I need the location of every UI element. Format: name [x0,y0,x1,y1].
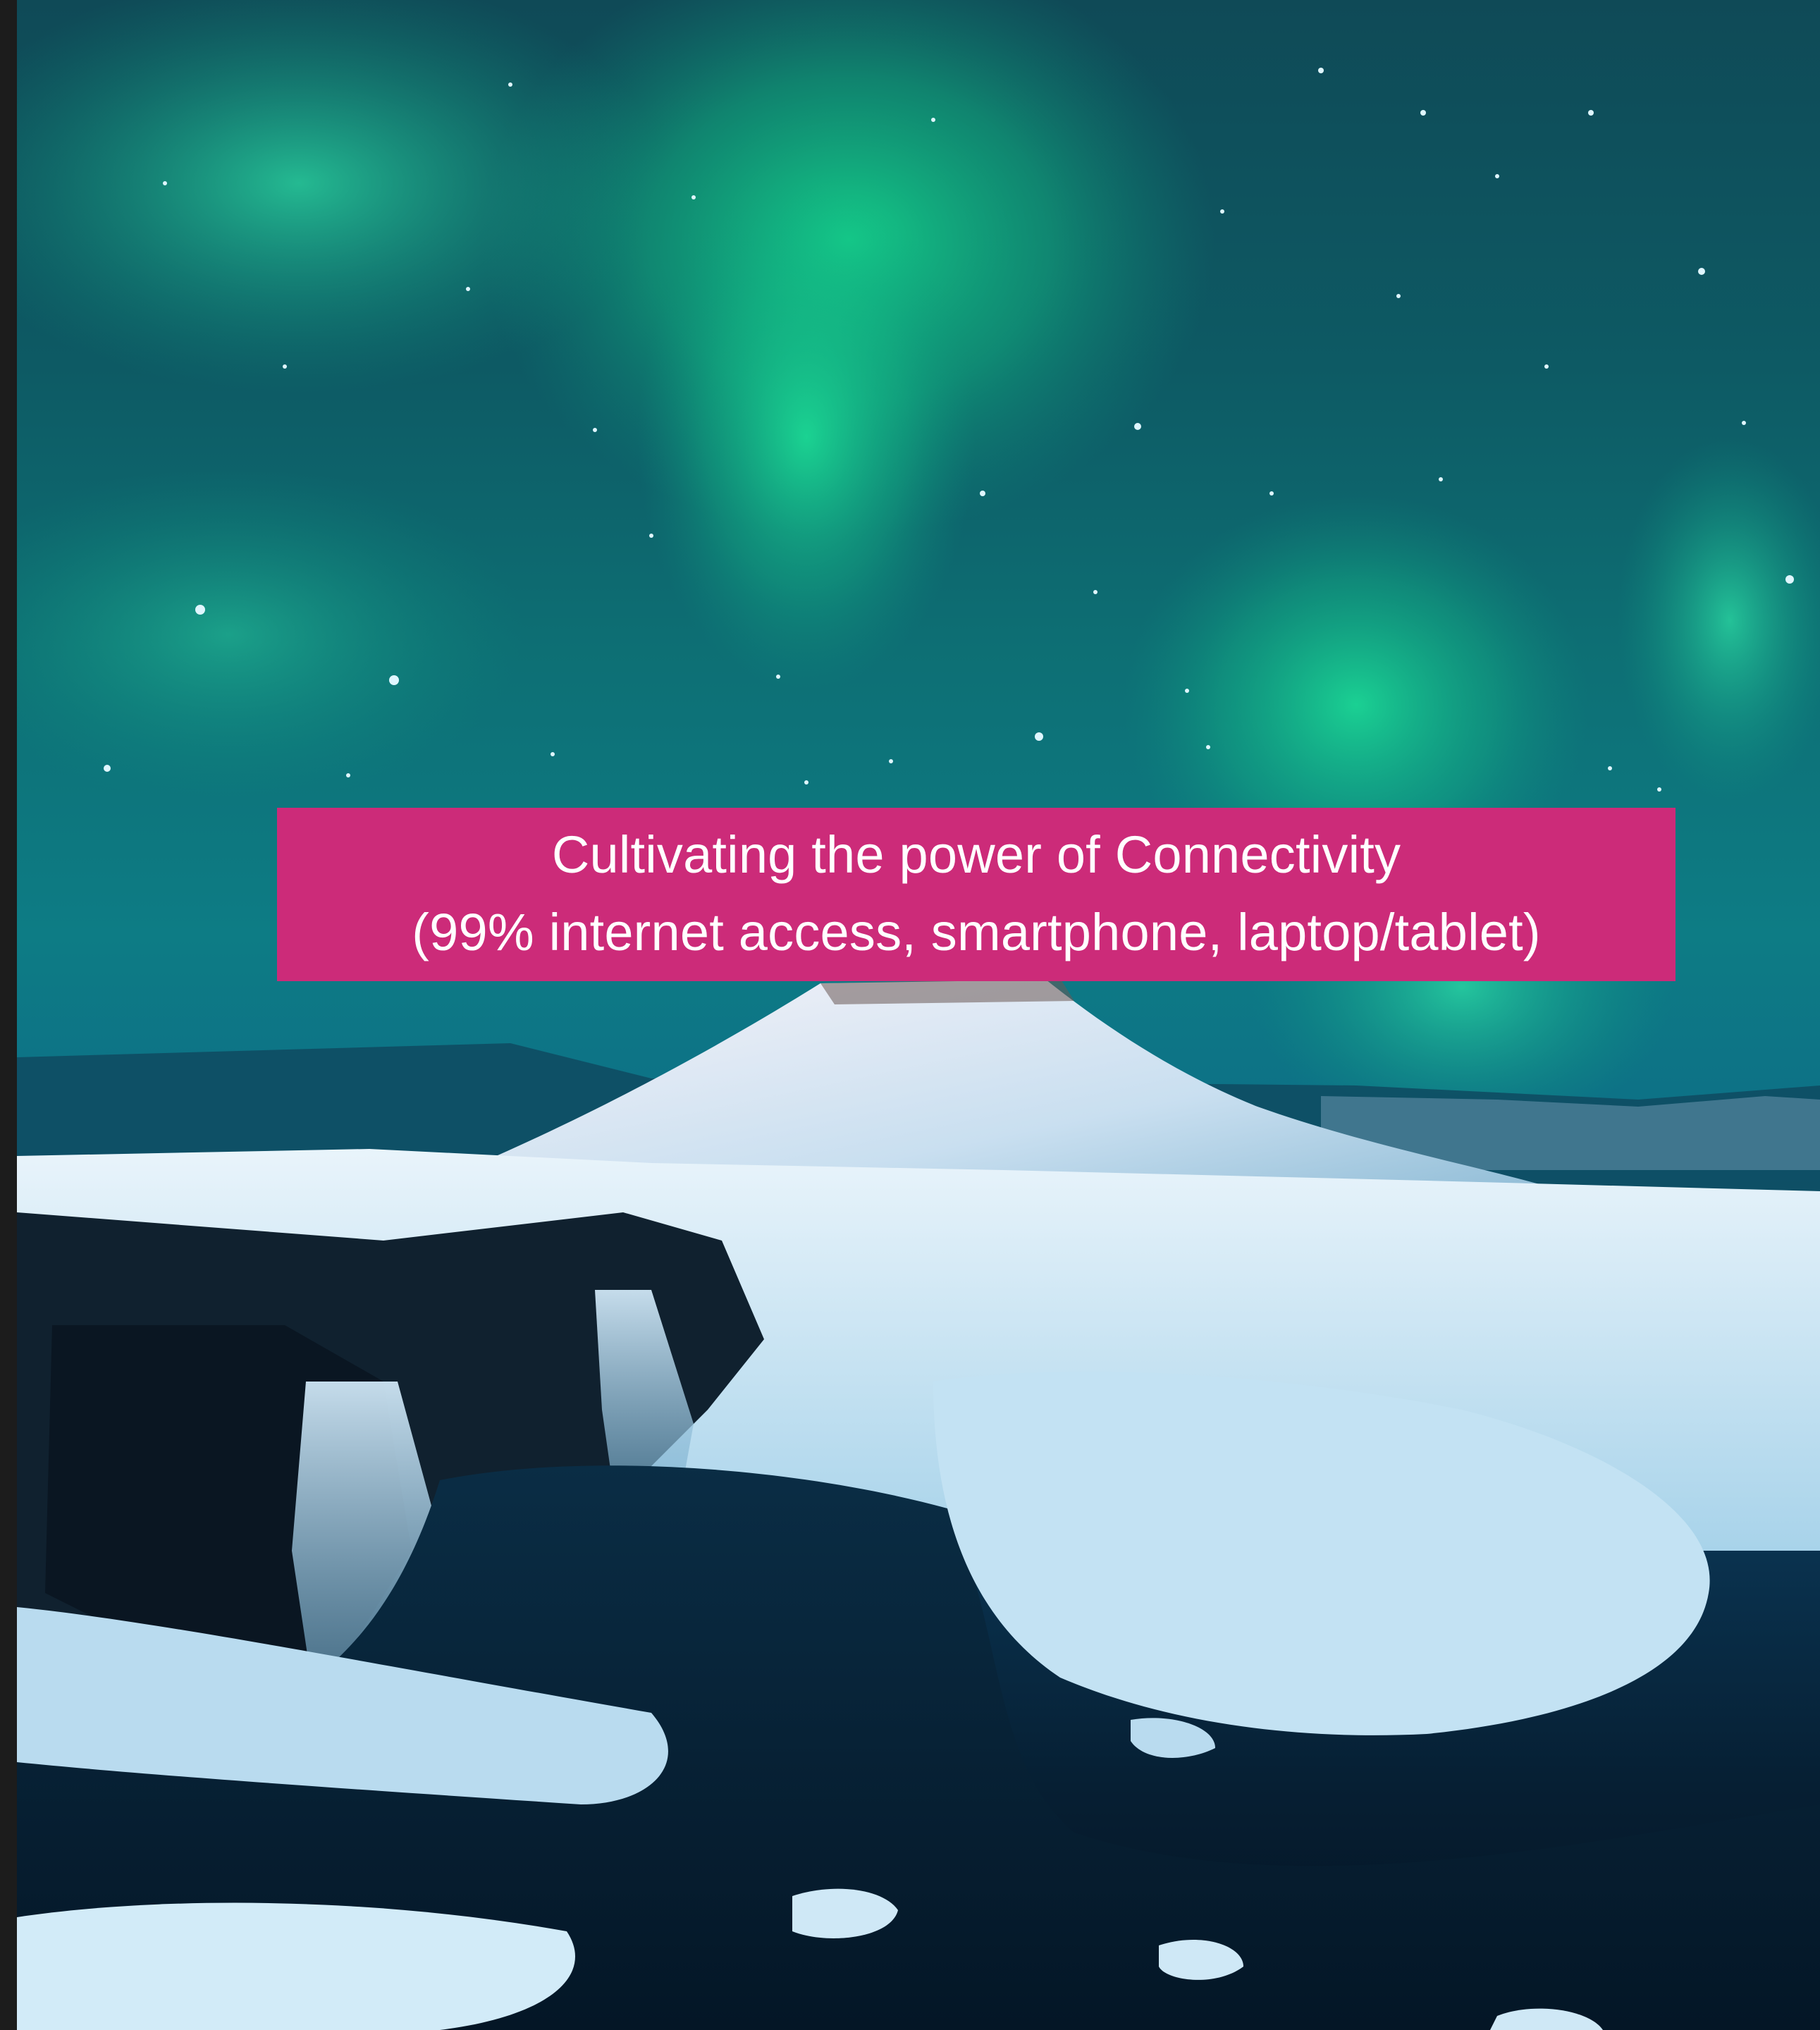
caption-banner: Cultivating the power of Connectivity (9… [277,808,1675,981]
caption-subtitle: (99% internet access, smartphone, laptop… [412,903,1541,961]
caption-title: Cultivating the power of Connectivity [551,825,1401,884]
background-photo [17,0,1820,2030]
slide: Cultivating the power of Connectivity (9… [0,0,1820,2030]
aurora-landscape-illustration [17,0,1820,2030]
